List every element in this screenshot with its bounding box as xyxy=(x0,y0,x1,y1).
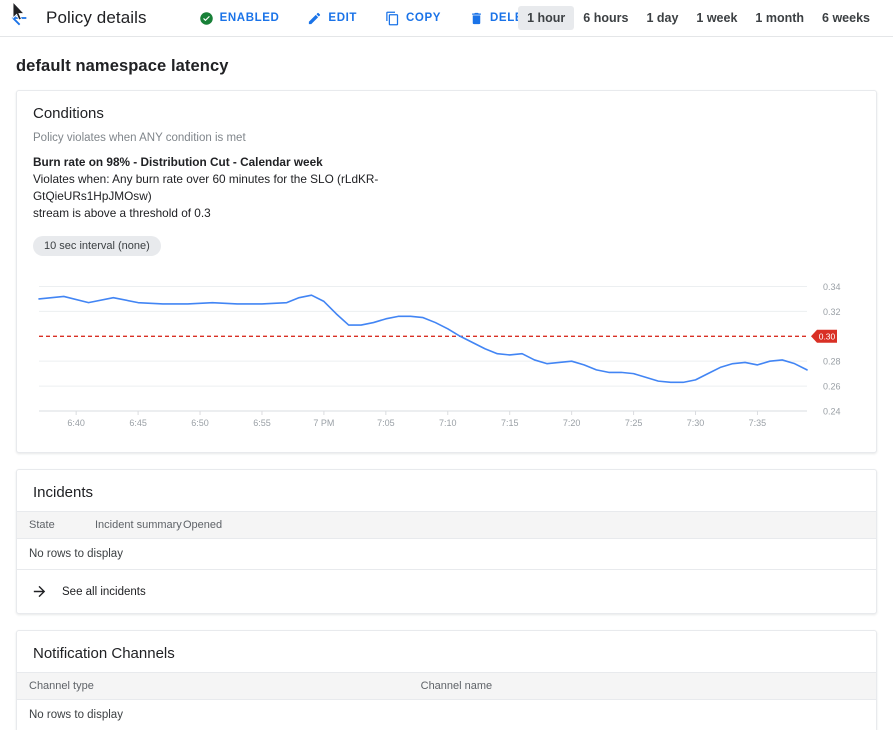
policy-action-group: ENABLED EDIT COPY DELETE xyxy=(189,6,557,31)
incidents-table-header: State Incident summary Opened xyxy=(17,512,876,539)
back-button[interactable] xyxy=(0,0,38,37)
svg-text:6:45: 6:45 xyxy=(129,418,147,428)
notification-channels-table-body: No rows to display xyxy=(17,700,876,730)
svg-text:6:50: 6:50 xyxy=(191,418,209,428)
svg-text:0.32: 0.32 xyxy=(823,307,841,317)
policy-name-heading: default namespace latency xyxy=(16,37,877,90)
interval-chip[interactable]: 10 sec interval (none) xyxy=(33,236,161,256)
svg-text:7:35: 7:35 xyxy=(749,418,767,428)
enabled-label: ENABLED xyxy=(220,12,280,24)
svg-text:0.34: 0.34 xyxy=(823,282,841,292)
incidents-card: Incidents State Incident summary Opened … xyxy=(16,469,877,614)
svg-text:7:20: 7:20 xyxy=(563,418,581,428)
check-circle-icon xyxy=(199,11,214,26)
svg-text:7:25: 7:25 xyxy=(625,418,643,428)
time-range-6-hours[interactable]: 6 hours xyxy=(574,6,637,30)
copy-icon xyxy=(385,11,400,26)
edit-label: EDIT xyxy=(328,12,357,24)
time-range-selector: 1 hour 6 hours 1 day 1 week 1 month 6 we… xyxy=(518,6,879,30)
chart-options-row: 10 sec interval (none) xyxy=(17,222,876,260)
svg-text:7:15: 7:15 xyxy=(501,418,519,428)
condition-description-line1: Violates when: Any burn rate over 60 min… xyxy=(17,171,487,205)
svg-text:6:55: 6:55 xyxy=(253,418,271,428)
page-content: default namespace latency Conditions Pol… xyxy=(0,37,893,730)
notification-channels-heading: Notification Channels xyxy=(17,631,876,672)
incidents-col-state: State xyxy=(17,512,95,539)
incidents-col-summary: Incident summary xyxy=(95,512,183,539)
svg-text:7:05: 7:05 xyxy=(377,418,395,428)
time-range-1-week[interactable]: 1 week xyxy=(687,6,746,30)
nc-col-channel-type: Channel type xyxy=(17,673,421,700)
enabled-status-button[interactable]: ENABLED xyxy=(189,6,290,31)
time-range-6-weeks[interactable]: 6 weeks xyxy=(813,6,879,30)
svg-text:0.30: 0.30 xyxy=(819,331,836,341)
conditions-note: Policy violates when ANY condition is me… xyxy=(17,132,876,154)
notification-channels-card: Notification Channels Channel type Chann… xyxy=(16,630,877,730)
condition-name: Burn rate on 98% - Distribution Cut - Ca… xyxy=(17,154,876,171)
nc-col-channel-name: Channel name xyxy=(421,673,876,700)
nc-empty-message: No rows to display xyxy=(17,700,876,730)
svg-text:7 PM: 7 PM xyxy=(313,418,334,428)
svg-text:0.24: 0.24 xyxy=(823,407,841,417)
top-app-bar: Policy details ENABLED EDIT COPY xyxy=(0,0,893,37)
incidents-empty-message: No rows to display xyxy=(17,539,876,570)
arrow-right-icon xyxy=(31,583,48,600)
svg-text:6:40: 6:40 xyxy=(67,418,85,428)
incidents-table-body: No rows to display xyxy=(17,539,876,570)
trash-icon xyxy=(469,11,484,26)
burn-rate-line-chart: 0.34 0.32 0.28 0.26 0.24 6:40 6:45 6:50 6:55 7 PM… xyxy=(17,268,875,436)
table-row: No rows to display xyxy=(17,700,876,730)
incidents-heading: Incidents xyxy=(17,470,876,511)
copy-label: COPY xyxy=(406,12,441,24)
time-range-1-month[interactable]: 1 month xyxy=(746,6,813,30)
burn-rate-chart[interactable]: 0.34 0.32 0.28 0.26 0.24 6:40 6:45 6:50 6:55 7 PM… xyxy=(17,268,876,436)
page-title: Policy details xyxy=(46,8,147,28)
svg-text:0.26: 0.26 xyxy=(823,382,841,392)
table-row: No rows to display xyxy=(17,539,876,570)
copy-button[interactable]: COPY xyxy=(375,6,451,31)
notification-channels-table-header: Channel type Channel name xyxy=(17,673,876,700)
conditions-heading: Conditions xyxy=(17,91,876,132)
arrow-left-icon xyxy=(8,7,30,29)
edit-button[interactable]: EDIT xyxy=(297,6,367,31)
pencil-icon xyxy=(307,11,322,26)
time-range-1-hour[interactable]: 1 hour xyxy=(518,6,574,30)
incidents-table: State Incident summary Opened No rows to… xyxy=(17,511,876,570)
see-all-incidents-label: See all incidents xyxy=(62,586,146,598)
conditions-card: Conditions Policy violates when ANY cond… xyxy=(16,90,877,453)
notification-channels-table: Channel type Channel name No rows to dis… xyxy=(17,672,876,730)
svg-text:0.28: 0.28 xyxy=(823,357,841,367)
svg-text:7:30: 7:30 xyxy=(687,418,705,428)
time-range-1-day[interactable]: 1 day xyxy=(637,6,687,30)
see-all-incidents-link[interactable]: See all incidents xyxy=(17,570,876,613)
condition-description-line2: stream is above a threshold of 0.3 xyxy=(17,205,487,222)
incidents-col-opened: Opened xyxy=(183,512,876,539)
svg-text:7:10: 7:10 xyxy=(439,418,457,428)
